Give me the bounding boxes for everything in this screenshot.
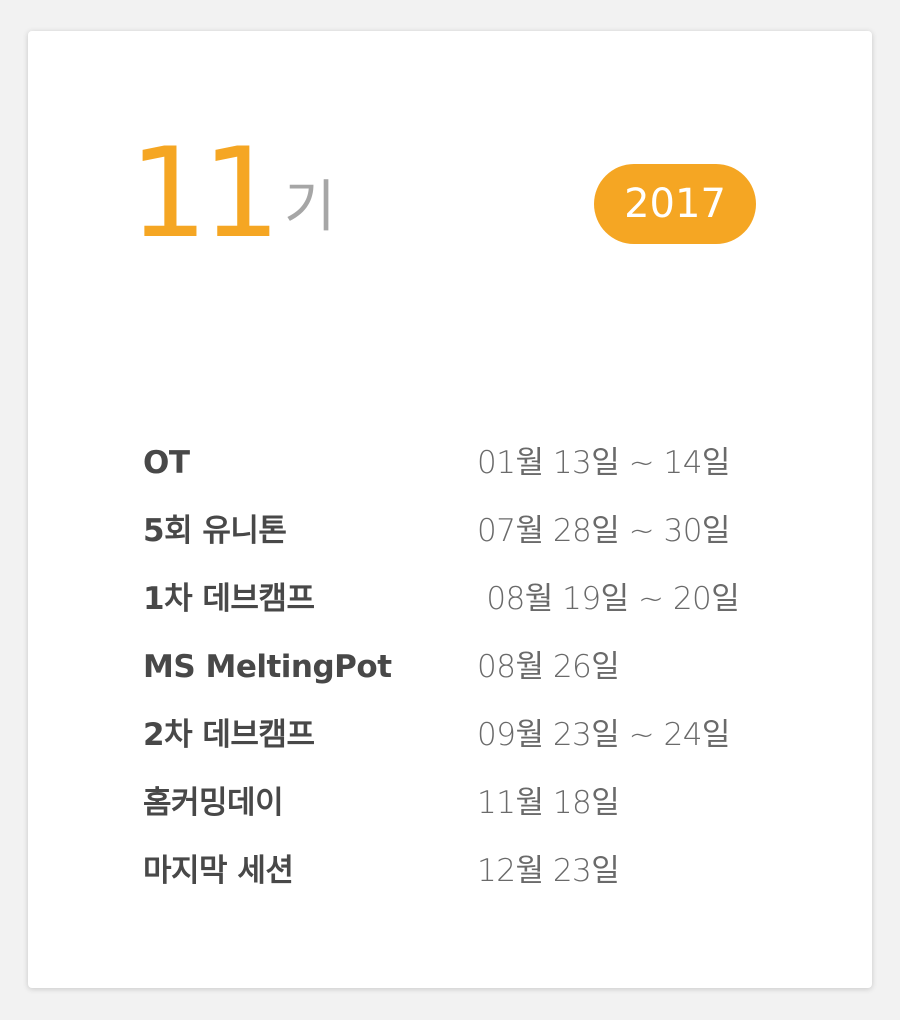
event-name: 2차 데브캠프 bbox=[143, 717, 315, 753]
event-date: 01월 13일 ~ 14일 bbox=[477, 445, 730, 481]
event-date: 11월 18일 bbox=[477, 785, 620, 821]
year-badge: 2017 bbox=[594, 164, 756, 244]
schedule-list: OT 01월 13일 ~ 14일 5회 유니톤 07월 28일 ~ 30일 1차… bbox=[143, 437, 803, 913]
schedule-row: 5회 유니톤 07월 28일 ~ 30일 bbox=[143, 505, 803, 573]
event-date: 09월 23일 ~ 24일 bbox=[477, 717, 730, 753]
generation-number: 11 bbox=[129, 122, 281, 266]
schedule-row: 2차 데브캠프 09월 23일 ~ 24일 bbox=[143, 709, 803, 777]
event-name: 1차 데브캠프 bbox=[143, 581, 315, 617]
event-name: 홈커밍데이 bbox=[143, 785, 284, 821]
generation-card: 11 기 2017 OT 01월 13일 ~ 14일 5회 유니톤 07월 28… bbox=[28, 31, 872, 988]
event-name: OT bbox=[143, 445, 190, 481]
schedule-row: 마지막 세션 12월 23일 bbox=[143, 845, 803, 913]
event-name: 마지막 세션 bbox=[143, 853, 294, 889]
generation-suffix: 기 bbox=[284, 175, 336, 240]
event-date: 12월 23일 bbox=[477, 853, 620, 889]
schedule-row: 홈커밍데이 11월 18일 bbox=[143, 777, 803, 845]
schedule-row: OT 01월 13일 ~ 14일 bbox=[143, 437, 803, 505]
event-date: 08월 26일 bbox=[477, 649, 620, 685]
event-name: MS MeltingPot bbox=[143, 649, 392, 685]
event-date: 07월 28일 ~ 30일 bbox=[477, 513, 730, 549]
schedule-row: MS MeltingPot 08월 26일 bbox=[143, 641, 803, 709]
schedule-row: 1차 데브캠프 08월 19일 ~ 20일 bbox=[143, 573, 803, 641]
event-date: 08월 19일 ~ 20일 bbox=[477, 581, 740, 617]
event-name: 5회 유니톤 bbox=[143, 513, 287, 549]
